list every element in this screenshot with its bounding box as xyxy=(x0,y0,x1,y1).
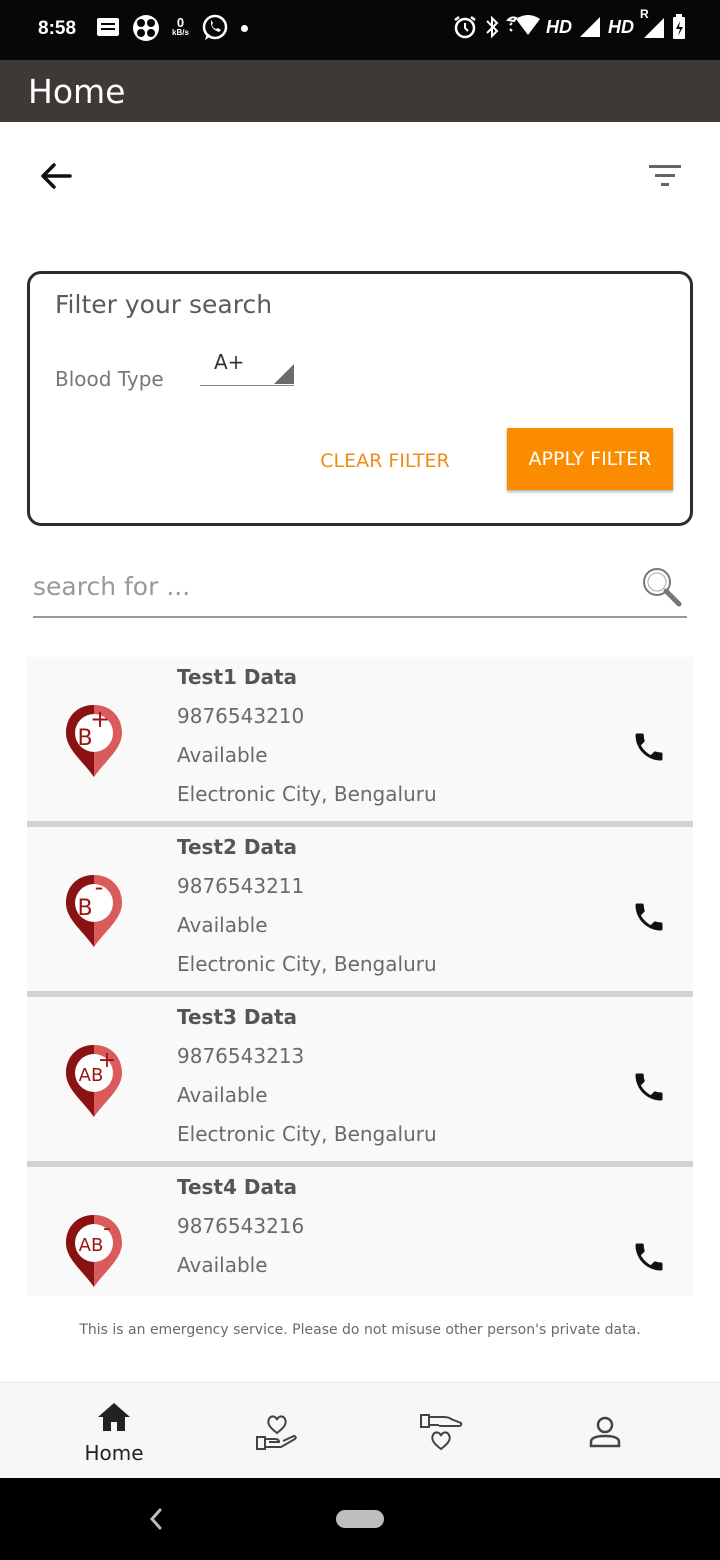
bluetooth-icon xyxy=(486,15,499,39)
filter-title: Filter your search xyxy=(55,290,273,319)
phone-icon[interactable] xyxy=(631,899,667,935)
pin-group-text: B xyxy=(77,896,92,921)
nav-item-donate[interactable] xyxy=(202,1383,352,1479)
bottom-nav: Home xyxy=(0,1382,720,1478)
person-icon xyxy=(589,1416,621,1448)
net-speed: 0 kB/s xyxy=(172,15,189,38)
blood-pin-icon: AB + xyxy=(66,1045,122,1117)
donor-info: Test2 Data 9876543211 Available Electron… xyxy=(177,833,437,989)
home-icon xyxy=(98,1403,130,1431)
status-bar: 8:58 0 kB/s HD HD R xyxy=(0,0,720,60)
donor-info: Test4 Data 9876543216 Available xyxy=(177,1173,304,1290)
donor-phone: 9876543216 xyxy=(177,1214,305,1238)
donor-location: Electronic City, Bengaluru xyxy=(177,1122,437,1146)
signal-icon-1 xyxy=(580,17,600,37)
pin-sign-text: + xyxy=(98,1048,116,1073)
pin-sign-text: - xyxy=(95,873,104,901)
donor-phone: 9876543211 xyxy=(177,874,305,898)
message-icon xyxy=(97,18,119,36)
search-input[interactable] xyxy=(33,566,623,606)
search-bar xyxy=(33,560,687,618)
status-icons-right: HD HD R xyxy=(452,7,686,40)
system-back-icon[interactable] xyxy=(146,1504,166,1534)
nav-item-home[interactable]: Home xyxy=(39,1383,189,1479)
disclaimer-text: This is an emergency service. Please do … xyxy=(79,1322,641,1338)
donor-info: Test1 Data 9876543210 Available Electron… xyxy=(177,663,437,819)
donor-info: Test3 Data 9876543213 Available Electron… xyxy=(177,1003,437,1159)
clear-filter-button[interactable]: CLEAR FILTER xyxy=(300,430,470,492)
net-speed-unit: kB/s xyxy=(172,28,189,37)
net-speed-value: 0 xyxy=(176,15,185,30)
phone-icon[interactable] xyxy=(631,729,667,765)
blood-pin-icon: B + xyxy=(66,705,122,777)
donor-status: Available xyxy=(177,1253,268,1277)
donor-name: Test4 Data xyxy=(177,1175,298,1199)
wifi-icon xyxy=(506,15,540,35)
back-arrow-icon[interactable] xyxy=(36,156,76,196)
signal-roaming: R xyxy=(640,7,666,39)
nav-home-label: Home xyxy=(84,1441,144,1465)
hd-label-2: HD xyxy=(608,16,634,37)
donor-list: B + Test1 Data 9876543210 Available Elec… xyxy=(27,657,693,1296)
donor-name: Test3 Data xyxy=(177,1005,298,1029)
donor-row[interactable]: AB + Test3 Data 9876543213 Available Ele… xyxy=(27,991,693,1161)
alarm-icon xyxy=(454,16,476,39)
fan-icon xyxy=(133,15,159,41)
blood-pin-icon: AB - xyxy=(66,1215,122,1287)
donor-status: Available xyxy=(177,1083,268,1107)
donor-row[interactable]: B + Test1 Data 9876543210 Available Elec… xyxy=(27,657,693,821)
phone-icon[interactable] xyxy=(631,1239,667,1275)
donor-location: Electronic City, Bengaluru xyxy=(177,782,437,806)
donor-row[interactable]: B - Test2 Data 9876543211 Available Elec… xyxy=(27,821,693,991)
search-icon[interactable] xyxy=(639,564,683,608)
donor-name: Test1 Data xyxy=(177,665,298,689)
pin-sign-text: - xyxy=(103,1216,111,1241)
status-time: 8:58 xyxy=(38,18,77,39)
blood-type-label: Blood Type xyxy=(55,367,164,391)
hd-label-1: HD xyxy=(546,16,572,37)
blood-type-value: A+ xyxy=(214,350,245,374)
blood-type-dropdown[interactable]: A+ xyxy=(200,350,294,386)
nav-item-request[interactable] xyxy=(366,1383,516,1479)
hand-heart-icon xyxy=(420,1414,463,1451)
status-icons-left: 0 kB/s xyxy=(96,14,248,42)
phone-icon[interactable] xyxy=(631,1069,667,1105)
donor-row[interactable]: AB - Test4 Data 9876543216 Available xyxy=(27,1161,693,1296)
donor-name: Test2 Data xyxy=(177,835,298,859)
pin-group-text: AB xyxy=(79,1235,104,1256)
heart-in-hand-icon xyxy=(256,1415,297,1450)
battery-icon xyxy=(673,14,685,39)
system-nav-bar xyxy=(0,1478,720,1560)
apply-filter-button[interactable]: APPLY FILTER xyxy=(507,428,673,490)
donor-phone: 9876543213 xyxy=(177,1044,305,1068)
signal-icon-2 xyxy=(644,18,664,38)
filter-icon[interactable] xyxy=(646,160,684,192)
donor-status: Available xyxy=(177,913,268,937)
pin-sign-text: + xyxy=(90,705,110,733)
page-title: Home xyxy=(28,72,126,111)
app-bar: Home xyxy=(0,60,720,122)
blood-pin-icon: B - xyxy=(66,873,122,947)
whatsapp-icon xyxy=(202,14,228,40)
donor-location: Electronic City, Bengaluru xyxy=(177,952,437,976)
filter-card: Filter your search Blood Type A+ CLEAR F… xyxy=(27,271,693,526)
donor-phone: 9876543210 xyxy=(177,704,305,728)
notification-dot-icon xyxy=(240,24,248,32)
dropdown-arrow-icon xyxy=(274,364,294,384)
donor-status: Available xyxy=(177,743,268,767)
nav-item-profile[interactable] xyxy=(530,1383,680,1479)
system-home-pill[interactable] xyxy=(336,1510,384,1528)
